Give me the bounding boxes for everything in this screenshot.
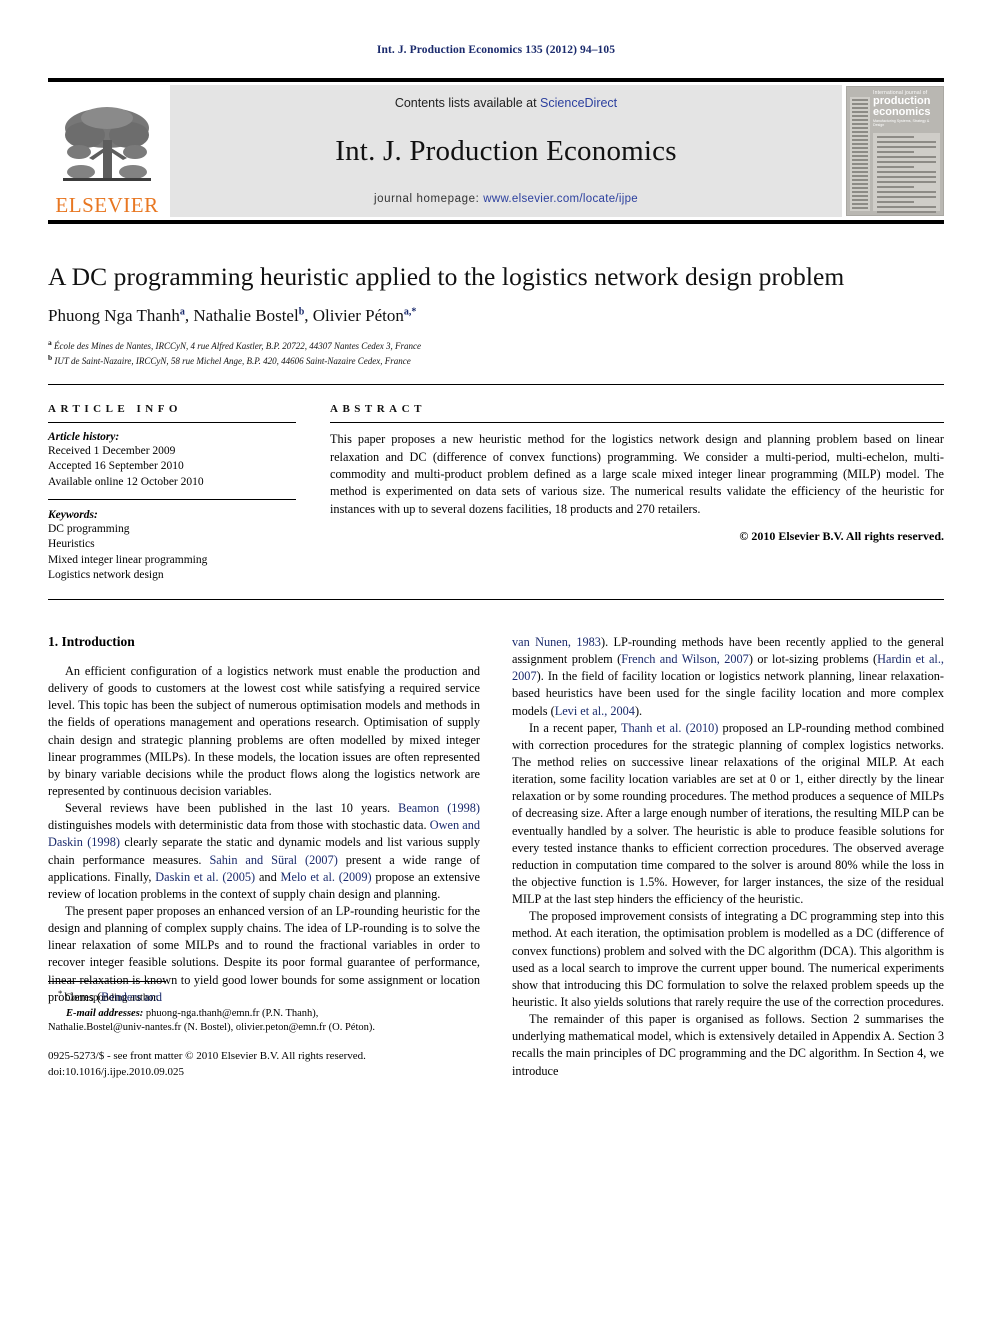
- author-affiliation-mark: a: [179, 306, 185, 318]
- article-history-2: Available online 12 October 2010: [48, 475, 204, 488]
- citation-link[interactable]: Beamon (1998): [398, 801, 480, 815]
- journal-masthead: ELSEVIER Contents lists available at Sci…: [48, 78, 944, 224]
- issn-line: 0925-5273/$ - see front matter © 2010 El…: [48, 1050, 366, 1063]
- article-info-rule-2: [48, 498, 296, 500]
- paper-page: Int. J. Production Economics 135 (2012) …: [0, 0, 992, 1323]
- body-paragraph: van Nunen, 1983). LP-rounding methods ha…: [512, 635, 945, 718]
- corresponding-author-mark: *: [58, 988, 63, 999]
- body-columns: 1. Introduction An efficient configurati…: [48, 600, 944, 1080]
- corresponding-author-text: Corresponding author.: [65, 992, 159, 1004]
- author-name: Olivier Péton: [312, 306, 404, 325]
- corresponding-author-note: * Corresponding author.: [48, 987, 480, 1006]
- homepage-prefix: journal homepage:: [373, 193, 484, 205]
- cover-line-subtitle: Manufacturing Systems, Strategy & Design: [873, 119, 930, 128]
- body-paragraph: Several reviews have been published in t…: [48, 801, 481, 901]
- author-list: Phuong Nga Thanha, Nathalie Bostelb, Oli…: [48, 306, 417, 325]
- article-info-and-abstract: ARTICLE INFO Article history: Received 1…: [48, 385, 944, 583]
- cover-line-economics: economics: [873, 106, 931, 119]
- journal-homepage-link[interactable]: www.elsevier.com/locate/ijpe: [483, 193, 638, 205]
- cover-contents-area: [873, 133, 940, 213]
- elsevier-logo: ELSEVIER: [48, 82, 166, 220]
- section-heading-introduction: 1. Introduction: [48, 634, 135, 650]
- citation-link[interactable]: van Nunen, 1983: [512, 635, 601, 649]
- abstract-copyright: © 2010 Elsevier B.V. All rights reserved…: [739, 529, 944, 544]
- affiliation-line: a École des Mines de Nantes, IRCCyN, 4 r…: [48, 338, 422, 351]
- article-info-rule: [48, 422, 296, 424]
- email-addresses-note: E-mail addresses: phuong-nga.thanh@emn.f…: [48, 1007, 480, 1022]
- elsevier-wordmark: ELSEVIER: [55, 193, 159, 217]
- keyword-2: Mixed integer linear programming: [48, 553, 208, 566]
- author-affiliation-mark: a,*: [403, 306, 417, 318]
- cover-sidebar: [850, 97, 870, 211]
- left-column: 1. Introduction An efficient configurati…: [48, 634, 480, 1080]
- body-paragraph: An efficient configuration of a logistic…: [48, 664, 480, 799]
- footnote-area: * Corresponding author. E-mail addresses…: [48, 981, 480, 1080]
- left-column-paragraphs: An efficient configuration of a logistic…: [48, 663, 480, 1006]
- page-title: A DC programming heuristic applied to th…: [48, 262, 845, 291]
- body-paragraph: The remainder of this paper is organised…: [512, 1012, 945, 1078]
- abstract-rule: [330, 422, 944, 424]
- author-name: Phuong Nga Thanh: [48, 306, 180, 325]
- affiliation-line: b IUT de Saint-Nazaire, IRCCyN, 58 rue M…: [48, 353, 411, 367]
- doi-line[interactable]: doi:10.1016/j.ijpe.2010.09.025: [48, 1065, 480, 1080]
- article-history-0: Received 1 December 2009: [48, 445, 176, 458]
- footnote-divider: [48, 981, 166, 983]
- imprint-block: 0925-5273/$ - see front matter © 2010 El…: [48, 1049, 480, 1079]
- right-column: van Nunen, 1983). LP-rounding methods ha…: [512, 634, 944, 1080]
- email-line-2[interactable]: Nathalie.Bostel@univ-nantes.fr (N. Boste…: [48, 1021, 480, 1036]
- article-info-heading: ARTICLE INFO: [48, 403, 182, 416]
- keyword-1: Heuristics: [48, 538, 95, 551]
- keyword-3: Logistics network design: [48, 568, 164, 581]
- body-paragraph: The proposed improvement consists of int…: [512, 909, 944, 1010]
- right-column-paragraphs: van Nunen, 1983). LP-rounding methods ha…: [512, 634, 944, 1080]
- contents-prefix: Contents lists available at: [394, 96, 541, 110]
- citation-link[interactable]: Melo et al. (2009): [281, 870, 372, 884]
- journal-cover-thumbnail: International journal of production econ…: [846, 86, 944, 216]
- abstract-text: This paper proposes a new heuristic meth…: [330, 432, 944, 516]
- affiliation-mark: a: [48, 338, 52, 347]
- citation-link[interactable]: Thanh et al. (2010): [621, 721, 718, 735]
- author-name: Nathalie Bostel: [193, 306, 299, 325]
- keywords-label: Keywords:: [48, 508, 98, 521]
- journal-title: Int. J. Production Economics: [335, 135, 677, 167]
- elsevier-tree-icon: [63, 107, 151, 181]
- article-history-1: Accepted 16 September 2010: [48, 460, 184, 473]
- citation-link[interactable]: Daskin et al. (2005): [155, 870, 255, 884]
- citation-link[interactable]: French and Wilson, 2007: [621, 652, 749, 666]
- author-affiliation-mark: b: [298, 306, 305, 318]
- article-info-column: ARTICLE INFO Article history: Received 1…: [48, 403, 296, 583]
- cover-title-block: International journal of production econ…: [873, 90, 940, 127]
- masthead-center: Contents lists available at ScienceDirec…: [170, 85, 842, 217]
- citation-link[interactable]: Levi et al., 2004: [555, 704, 635, 718]
- abstract-heading: ABSTRACT: [330, 403, 426, 416]
- affiliation-mark: b: [48, 353, 53, 363]
- body-paragraph: In a recent paper, Thanh et al. (2010) p…: [512, 720, 945, 907]
- contents-list-line: Contents lists available at ScienceDirec…: [395, 96, 617, 110]
- citation-link[interactable]: Sahin and Süral (2007): [209, 853, 337, 867]
- abstract-column: ABSTRACT This paper proposes a new heuri…: [330, 403, 944, 583]
- email-label: E-mail addresses:: [66, 1007, 144, 1019]
- running-head: Int. J. Production Economics 135 (2012) …: [376, 44, 616, 56]
- article-history-label: Article history:: [48, 431, 120, 444]
- keyword-0: DC programming: [48, 522, 130, 535]
- citation-link[interactable]: Owen and Daskin (1998): [48, 818, 480, 849]
- title-block: A DC programming heuristic applied to th…: [48, 224, 944, 368]
- sciencedirect-link[interactable]: ScienceDirect: [540, 96, 617, 110]
- affiliation-list: a École des Mines de Nantes, IRCCyN, 4 r…: [48, 338, 944, 368]
- journal-homepage-line: journal homepage: www.elsevier.com/locat…: [374, 193, 638, 205]
- email-line-1[interactable]: phuong-nga.thanh@emn.fr (P.N. Thanh),: [143, 1008, 319, 1019]
